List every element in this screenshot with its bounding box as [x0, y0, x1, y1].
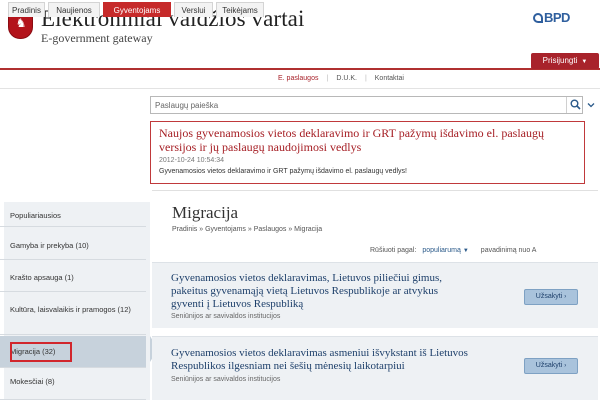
search-box [150, 96, 583, 114]
sidebar-item-krasto-apsauga[interactable]: Krašto apsauga (1) [0, 261, 146, 292]
search-icon [570, 99, 581, 110]
arrow-right-icon: › [564, 294, 567, 300]
sort-popularity[interactable]: populiarumą [422, 247, 461, 254]
news-date: 2012-10-24 10:54:34 [159, 157, 224, 164]
news-text: Gyvenamosios vietos deklaravimo ir GRT p… [159, 168, 407, 175]
divider: | [326, 75, 329, 82]
selection-highlight [10, 342, 72, 362]
service-item: Gyvenamosios vietos deklaravimas, Lietuv… [152, 262, 598, 328]
chevron-down-icon: ▼ [462, 248, 469, 254]
search-button[interactable] [566, 97, 583, 113]
order-button[interactable]: Užsakyti › [524, 358, 578, 374]
sort-controls: Rūšiuoti pagal: populiarumą ▼ pavadinimą nu… [370, 247, 536, 254]
service-item: Gyvenamosios vietos deklaravimas asmeniu… [152, 336, 598, 400]
tab-teikejams[interactable]: Teikėjams [216, 2, 264, 17]
divider [152, 190, 598, 191]
tab-gyventojams[interactable]: Gyventojams [103, 2, 171, 17]
chevron-down-icon: ▼ [581, 59, 588, 65]
sidebar-item-mokesciai[interactable]: Mokesčiai (8) [0, 369, 146, 400]
arrow-right-icon: › [564, 363, 567, 369]
service-title[interactable]: Gyvenamosios vietos deklaravimas asmeniu… [171, 347, 471, 373]
bpd-logo-icon [533, 13, 543, 23]
main-nav [0, 53, 600, 70]
sidebar-item-populiariausios[interactable]: Populiariausios [0, 202, 146, 227]
sidebar-item-kultura[interactable]: Kultūra, laisvalaikis ir pramogos (12) [0, 293, 146, 335]
order-button[interactable]: Užsakyti › [524, 289, 578, 305]
login-button[interactable]: Prisijungti ▼ [531, 53, 599, 69]
news-title[interactable]: Naujos gyvenamosios vietos deklaravimo i… [159, 126, 579, 154]
tab-naujienos[interactable]: Naujienos [48, 2, 100, 17]
site-subtitle: E-government gateway [41, 31, 153, 45]
service-provider: Seniūnijos ar savivaldos institucijos [171, 313, 281, 320]
news-announcement: Naujos gyvenamosios vietos deklaravimo i… [150, 121, 585, 184]
search-input[interactable] [151, 97, 561, 113]
divider [0, 88, 600, 89]
subnav-duk[interactable]: D.U.K. [336, 75, 357, 82]
sort-alphabetical[interactable]: pavadinimą nuo A [481, 247, 537, 254]
tab-verslui[interactable]: Verslui [174, 2, 213, 17]
breadcrumb[interactable]: Pradinis » Gyventojams » Paslaugos » Mig… [172, 226, 322, 233]
subnav-e-paslaugos[interactable]: E. paslaugos [278, 75, 318, 82]
sidebar-item-gamyba[interactable]: Gamyba ir prekyba (10) [0, 228, 146, 260]
tab-pradinis[interactable]: Pradinis [8, 2, 45, 17]
sub-nav: E. paslaugos | D.U.K. | Kontaktai [278, 75, 404, 82]
chevron-down-icon[interactable] [587, 101, 595, 109]
page-title: Migracija [172, 203, 239, 222]
bpd-logo[interactable]: BPD [533, 10, 570, 25]
divider: | [364, 75, 367, 82]
subnav-kontaktai[interactable]: Kontaktai [375, 75, 404, 82]
service-title[interactable]: Gyvenamosios vietos deklaravimas, Lietuv… [171, 272, 471, 311]
sort-label: Rūšiuoti pagal: [370, 247, 417, 254]
service-provider: Seniūnijos ar savivaldos institucijos [171, 376, 281, 383]
